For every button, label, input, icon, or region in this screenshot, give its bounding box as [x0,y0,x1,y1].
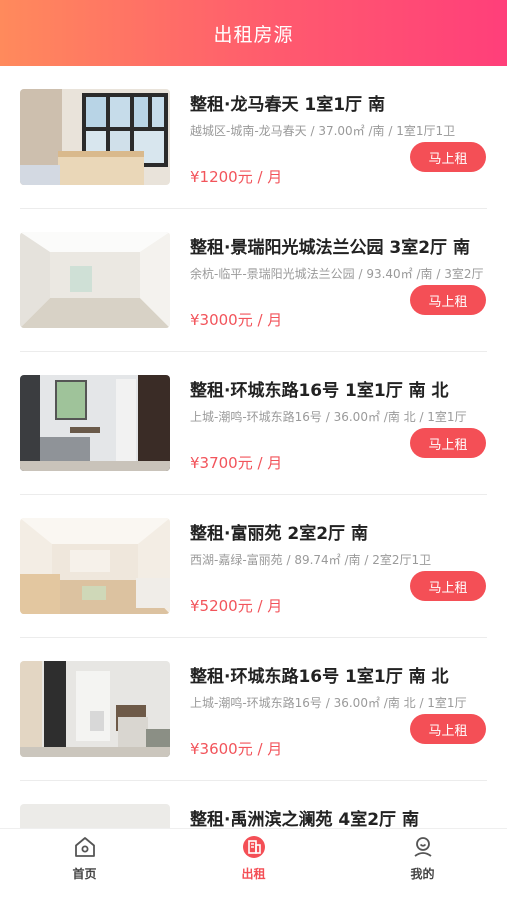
tab-mine-label: 我的 [410,867,435,881]
rent-now-button[interactable]: 马上租 [410,285,486,315]
listing-price: ¥3600元 / 月 [190,740,283,758]
listing-price: ¥5200元 / 月 [190,597,283,615]
bottom-tab-bar: 首页 出租 我的 [0,828,507,901]
rent-now-button[interactable]: 马上租 [410,428,486,458]
listing-description: 余杭-临平-景瑞阳光城法兰公园 / 93.40㎡ /南 / 3室2厅 [190,267,484,281]
rent-now-button[interactable]: 马上租 [410,142,486,172]
tab-mine[interactable]: 我的 [338,829,507,901]
listing-description: 上城-潮鸣-环城东路16号 / 36.00㎡ /南 北 / 1室1厅 [190,410,467,424]
listing-photo[interactable] [20,232,170,328]
rent-now-button[interactable]: 马上租 [410,714,486,744]
list-item[interactable]: 整租·龙马春天 1室1厅 南 越城区-城南-龙马春天 / 37.00㎡ /南 /… [0,66,507,209]
list-item[interactable]: 整租·富丽苑 2室2厅 南 西湖-嘉绿-富丽苑 / 89.74㎡ /南 / 2室… [0,495,507,638]
listing-list[interactable]: 整租·龙马春天 1室1厅 南 越城区-城南-龙马春天 / 37.00㎡ /南 /… [0,66,507,828]
list-item[interactable]: 整租·环城东路16号 1室1厅 南 北 上城-潮鸣-环城东路16号 / 36.0… [0,352,507,495]
listing-photo[interactable] [20,804,170,828]
page-title: 出租房源 [213,23,294,46]
list-item[interactable]: 整租·禹洲滨之澜苑 4室2厅 南 [0,781,507,828]
user-icon [413,837,432,857]
list-item[interactable]: 整租·景瑞阳光城法兰公园 3室2厅 南 余杭-临平-景瑞阳光城法兰公园 / 93… [0,209,507,352]
listing-title[interactable]: 整租·环城东路16号 1室1厅 南 北 [190,376,486,401]
tab-home-label: 首页 [72,867,97,881]
listing-price: ¥1200元 / 月 [190,168,283,186]
listing-title[interactable]: 整租·环城东路16号 1室1厅 南 北 [190,662,486,687]
listing-photo[interactable] [20,375,170,471]
listing-photo[interactable] [20,661,170,757]
tab-rent[interactable]: 出租 [169,829,338,901]
header-bar: 出租房源 [0,0,507,66]
rent-now-button[interactable]: 马上租 [410,571,486,601]
listing-price: ¥3000元 / 月 [190,311,283,329]
listing-description: 西湖-嘉绿-富丽苑 / 89.74㎡ /南 / 2室2厅1卫 [190,553,432,567]
listing-photo[interactable] [20,89,170,185]
listing-title[interactable]: 整租·景瑞阳光城法兰公园 3室2厅 南 [190,233,486,258]
listing-photo[interactable] [20,518,170,614]
building-icon [242,836,265,858]
listing-title[interactable]: 整租·龙马春天 1室1厅 南 [190,90,486,115]
listing-title[interactable]: 整租·禹洲滨之澜苑 4室2厅 南 [190,805,486,828]
listing-description: 越城区-城南-龙马春天 / 37.00㎡ /南 / 1室1厅1卫 [190,124,456,138]
tab-home[interactable]: 首页 [0,829,169,901]
tab-rent-label: 出租 [241,867,266,881]
listing-description: 上城-潮鸣-环城东路16号 / 36.00㎡ /南 北 / 1室1厅 [190,696,467,710]
home-icon [74,837,95,857]
list-item[interactable]: 整租·环城东路16号 1室1厅 南 北 上城-潮鸣-环城东路16号 / 36.0… [0,638,507,781]
listing-price: ¥3700元 / 月 [190,454,283,472]
listing-title[interactable]: 整租·富丽苑 2室2厅 南 [190,519,486,544]
